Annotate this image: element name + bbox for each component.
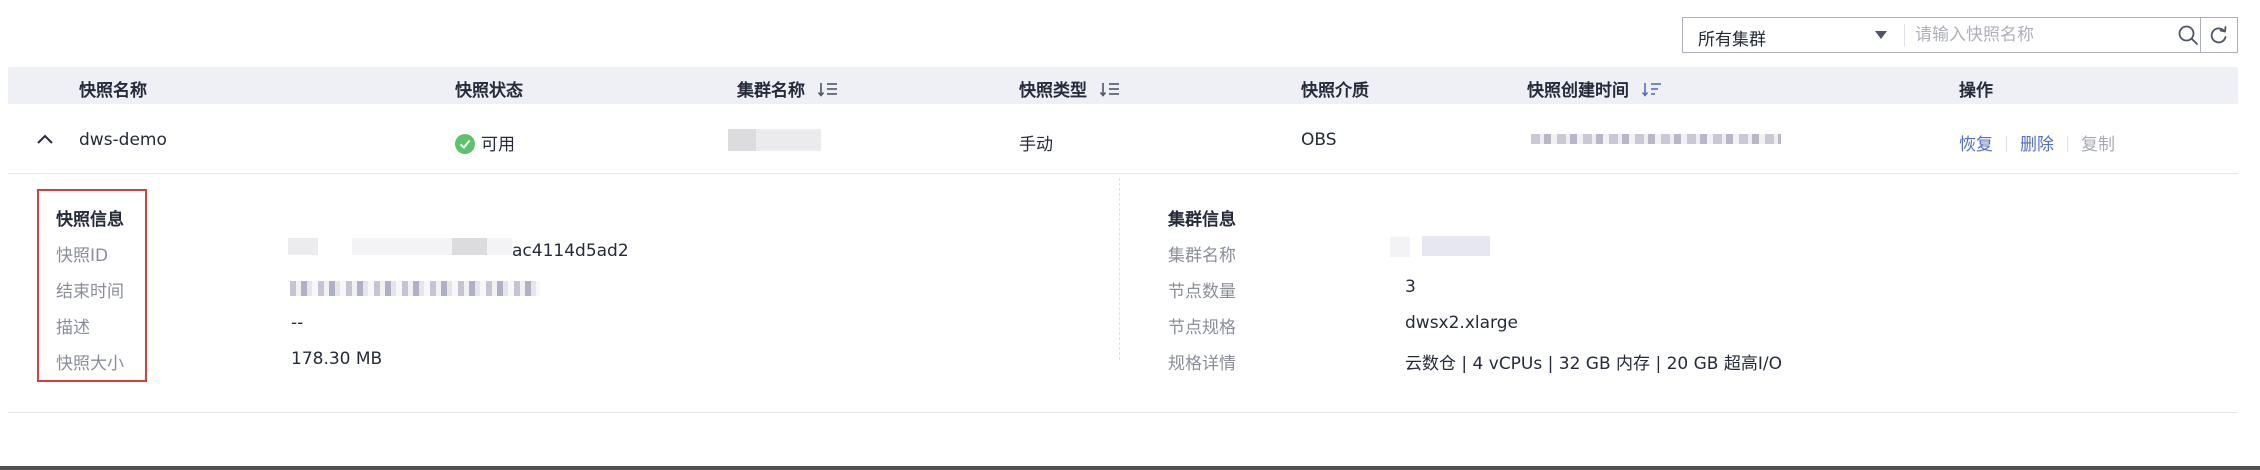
- status-text: 可用: [481, 135, 515, 155]
- masked-segment: [1422, 236, 1490, 256]
- column-header-snapshot-medium: 快照介质: [1301, 76, 1369, 101]
- section-divider: [8, 412, 2238, 413]
- masked-segment: [288, 238, 318, 255]
- masked-segment: [1390, 237, 1410, 257]
- column-header-label: 快照名称: [79, 81, 147, 101]
- divider: [2006, 136, 2007, 152]
- search-icon[interactable]: [2177, 24, 2199, 46]
- column-header-snapshot-status: 快照状态: [455, 76, 523, 101]
- sort-descending-icon[interactable]: [1641, 80, 1663, 98]
- column-header-label: 集群名称: [737, 81, 805, 101]
- node-count-label: 节点数量: [1168, 282, 1236, 302]
- snapshot-medium: OBS: [1301, 130, 1337, 150]
- restore-link[interactable]: 恢复: [1959, 135, 1993, 155]
- delete-link[interactable]: 删除: [2020, 135, 2054, 155]
- column-divider: [1119, 178, 1120, 360]
- column-header-label: 操作: [1959, 81, 1993, 101]
- bottom-border: [0, 466, 2260, 470]
- column-header-cluster-name: 集群名称: [737, 76, 839, 101]
- column-header-label: 快照状态: [455, 81, 523, 101]
- divider: [2067, 136, 2068, 152]
- column-header-label: 快照介质: [1301, 81, 1369, 101]
- refresh-icon: [2210, 26, 2227, 44]
- caret-down-icon: [1875, 31, 1887, 39]
- node-count-value: 3: [1405, 277, 1416, 297]
- snapshot-id-suffix: ac4114d5ad2: [512, 241, 629, 261]
- table-header: 快照名称 快照状态 集群名称 快照类型 快照介质 快照创建时间 操作: [8, 67, 2238, 104]
- column-header-label: 快照类型: [1019, 81, 1087, 101]
- snapshot-type: 手动: [1019, 135, 1053, 155]
- snapshot-id-label: 快照ID: [56, 246, 109, 266]
- cluster-select[interactable]: 所有集群: [1683, 18, 1904, 52]
- cluster-select-value: 所有集群: [1698, 30, 1766, 50]
- sort-icon[interactable]: [817, 80, 839, 98]
- description-value: --: [291, 313, 304, 333]
- cluster-filter-search-box: 所有集群: [1682, 17, 2214, 53]
- column-header-snapshot-name: 快照名称: [79, 76, 147, 101]
- cluster-info-title: 集群信息: [1168, 210, 1236, 230]
- masked-created-time: [1531, 134, 1781, 144]
- masked-segment: [487, 238, 512, 255]
- column-header-actions: 操作: [1959, 76, 1993, 101]
- description-label: 描述: [56, 318, 90, 338]
- masked-segment: [352, 238, 452, 255]
- cluster-name-label: 集群名称: [1168, 246, 1236, 266]
- refresh-button[interactable]: [2200, 17, 2238, 53]
- divider: [1904, 24, 1905, 46]
- check-circle-icon: [455, 134, 475, 154]
- masked-end-time: [290, 281, 540, 296]
- snapshot-status: 可用: [455, 130, 515, 155]
- column-header-snapshot-type: 快照类型: [1019, 76, 1121, 101]
- snapshot-size-label: 快照大小: [56, 354, 124, 374]
- snapshot-info-title: 快照信息: [56, 210, 124, 230]
- spec-detail-value: 云数仓 | 4 vCPUs | 32 GB 内存 | 20 GB 超高I/O: [1405, 354, 1782, 374]
- row-actions: 恢复 删除 复制: [1959, 130, 2115, 155]
- row-divider: [8, 173, 2238, 174]
- sort-icon[interactable]: [1099, 80, 1121, 98]
- snapshot-size-value: 178.30 MB: [291, 349, 383, 369]
- spec-detail-label: 规格详情: [1168, 354, 1236, 374]
- column-header-created-time: 快照创建时间: [1527, 76, 1663, 101]
- column-header-label: 快照创建时间: [1527, 81, 1629, 101]
- snapshot-name: dws-demo: [79, 130, 167, 150]
- copy-link[interactable]: 复制: [2081, 135, 2115, 155]
- snapshot-search-input[interactable]: [1915, 22, 2155, 48]
- chevron-up-icon[interactable]: [36, 133, 54, 145]
- node-spec-label: 节点规格: [1168, 318, 1236, 338]
- masked-segment: [452, 238, 487, 255]
- node-spec-value: dwsx2.xlarge: [1405, 313, 1518, 333]
- end-time-label: 结束时间: [56, 282, 124, 302]
- masked-cluster-name: [728, 129, 821, 151]
